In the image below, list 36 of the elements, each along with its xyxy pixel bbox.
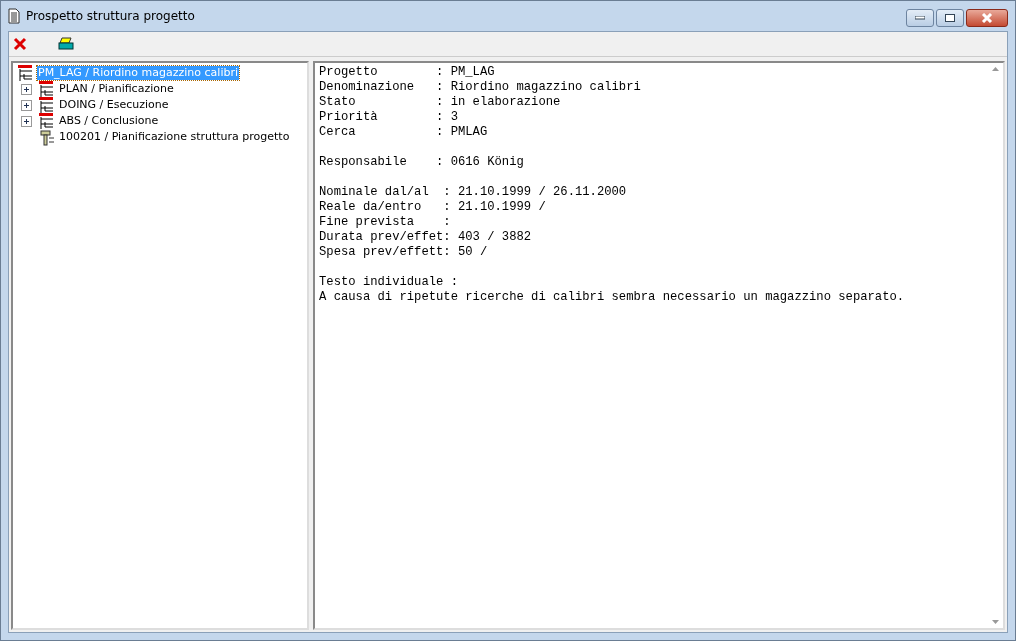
expand-icon[interactable]	[21, 115, 32, 127]
scroll-up-icon[interactable]	[991, 67, 999, 71]
detail-line: Durata prev/effet: 403 / 3882	[319, 230, 533, 245]
tree-item[interactable]: DOING / Esecuzione	[58, 98, 170, 112]
detail-line: Cerca : PMLAG	[319, 125, 489, 140]
hierarchy-icon	[17, 64, 35, 82]
close-button[interactable]	[966, 9, 1008, 27]
detail-line: Fine prevista :	[319, 215, 452, 230]
close-icon	[981, 13, 993, 23]
maximize-button[interactable]	[936, 9, 964, 27]
detail-line: Responsabile : 0616 König	[319, 155, 525, 170]
tree-item[interactable]: 100201 / Pianificazione struttura progetto	[58, 130, 291, 144]
detail-line: Priorità : 3	[319, 110, 459, 125]
detail-line: Nominale dal/al : 21.10.1999 / 26.11.2000	[319, 185, 628, 200]
detail-line: Progetto : PM_LAG	[319, 65, 496, 80]
detail-line: Testo individuale :	[319, 275, 459, 290]
expand-icon[interactable]	[21, 83, 32, 95]
tree-item[interactable]: ABS / Conclusione	[58, 114, 160, 128]
close-icon[interactable]	[13, 37, 27, 51]
hierarchy-icon	[38, 80, 56, 98]
expand-icon[interactable]	[21, 99, 32, 111]
hierarchy-icon	[38, 96, 56, 114]
minimize-icon	[915, 16, 925, 20]
hierarchy-icon	[38, 112, 56, 130]
tree-item[interactable]: PLAN / Pianificazione	[58, 82, 175, 96]
scroll-down-icon[interactable]	[991, 620, 999, 624]
detail-line: Reale da/entro : 21.10.1999 /	[319, 200, 547, 215]
detail-line: A causa di ripetute ricerche di calibri sembra necessario un magazzino separato.	[319, 290, 906, 305]
maximize-icon	[945, 14, 955, 22]
detail-line: Spesa prev/effett: 50 /	[319, 245, 489, 260]
printer-icon[interactable]	[58, 37, 74, 51]
detail-line: Denominazione : Riordino magazzino calibri	[319, 80, 642, 95]
window-title: Prospetto struttura progetto	[26, 9, 195, 23]
detail-line: Stato : in elaborazione	[319, 95, 562, 110]
document-icon	[8, 8, 20, 24]
tool-icon	[38, 128, 56, 146]
